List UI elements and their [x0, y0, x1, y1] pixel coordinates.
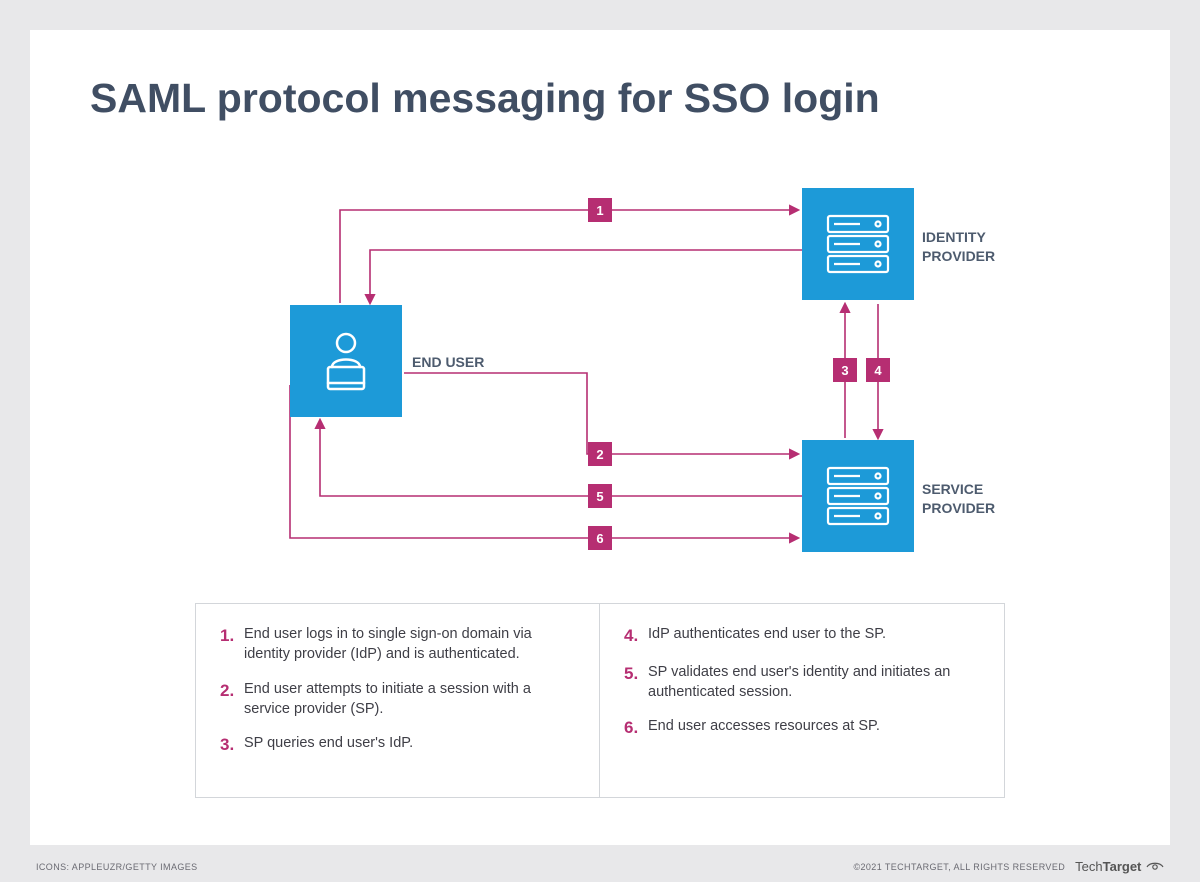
legend-text: IdP authenticates end user to the SP. — [648, 624, 886, 644]
diagram-card: SAML protocol messaging for SSO login — [30, 30, 1170, 845]
legend-text: SP queries end user's IdP. — [244, 733, 413, 753]
footer-copyright: ©2021 TECHTARGET, ALL RIGHTS RESERVED — [853, 862, 1065, 872]
footer: ICONS: APPLEUZR/GETTY IMAGES ©2021 TECHT… — [36, 857, 1164, 872]
legend-item: 1. End user logs in to single sign-on do… — [220, 624, 575, 665]
user-icon — [310, 325, 382, 397]
techtarget-logo: TechTarget — [1075, 859, 1164, 874]
label-end-user: END USER — [412, 353, 484, 372]
legend-col-right: 4. IdP authenticates end user to the SP.… — [600, 604, 1004, 797]
legend-item: 2. End user attempts to initiate a sessi… — [220, 679, 575, 720]
flow-step-3: 3 — [833, 358, 857, 382]
label-identity-provider: IDENTITYPROVIDER — [922, 228, 995, 266]
label-service-provider: SERVICEPROVIDER — [922, 480, 995, 518]
flow-step-1: 1 — [588, 198, 612, 222]
node-end-user — [290, 305, 402, 417]
legend-item: 4. IdP authenticates end user to the SP. — [624, 624, 980, 648]
footer-credit: ICONS: APPLEUZR/GETTY IMAGES — [36, 862, 198, 872]
legend-col-left: 1. End user logs in to single sign-on do… — [196, 604, 600, 797]
node-identity-provider — [802, 188, 914, 300]
legend-text: SP validates end user's identity and ini… — [648, 662, 980, 703]
diagram-area: END USER IDENTITYPROVIDER — [30, 160, 1170, 580]
legend-text: End user logs in to single sign-on domai… — [244, 624, 575, 665]
flow-step-2: 2 — [588, 442, 612, 466]
legend-item: 3. SP queries end user's IdP. — [220, 733, 575, 757]
legend-item: 5. SP validates end user's identity and … — [624, 662, 980, 703]
legend-num: 3. — [220, 733, 244, 757]
legend-num: 6. — [624, 716, 648, 740]
flow-step-4: 4 — [866, 358, 890, 382]
flow-step-6: 6 — [588, 526, 612, 550]
legend-text: End user attempts to initiate a session … — [244, 679, 575, 720]
eye-icon — [1146, 859, 1164, 871]
legend-num: 2. — [220, 679, 244, 703]
legend-num: 4. — [624, 624, 648, 648]
legend-text: End user accesses resources at SP. — [648, 716, 880, 736]
node-service-provider — [802, 440, 914, 552]
legend-item: 6. End user accesses resources at SP. — [624, 716, 980, 740]
server-icon — [820, 458, 896, 534]
legend-num: 5. — [624, 662, 648, 686]
flow-step-5: 5 — [588, 484, 612, 508]
legend: 1. End user logs in to single sign-on do… — [195, 603, 1005, 798]
server-icon — [820, 206, 896, 282]
flow-arrows — [30, 160, 1170, 580]
diagram-title: SAML protocol messaging for SSO login — [90, 75, 880, 122]
legend-num: 1. — [220, 624, 244, 648]
